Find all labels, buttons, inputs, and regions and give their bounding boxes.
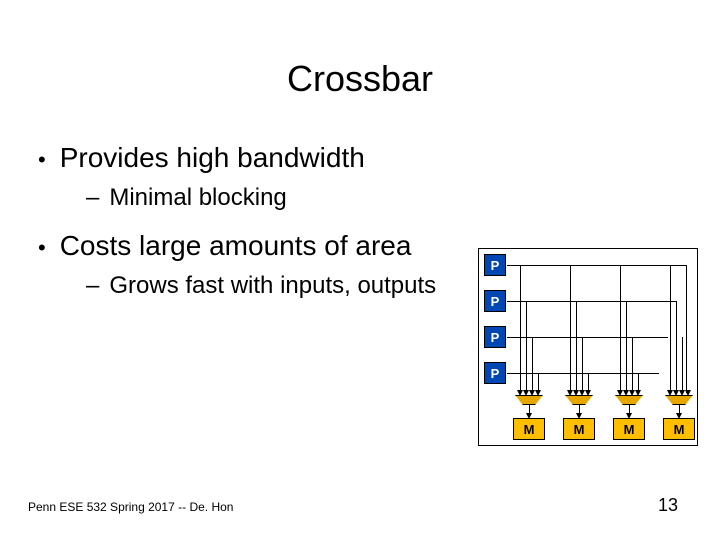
wire xyxy=(626,301,627,393)
memory-box: M xyxy=(563,418,595,440)
wire xyxy=(507,301,677,302)
memory-box: M xyxy=(613,418,645,440)
memory-box: M xyxy=(663,418,695,440)
diagram-frame xyxy=(478,248,698,446)
wire xyxy=(526,301,527,393)
memory-box: M xyxy=(513,418,545,440)
wire xyxy=(620,265,621,393)
bullet-marker: • xyxy=(38,235,46,261)
wire xyxy=(576,301,577,393)
bullet-item: • Provides high bandwidth xyxy=(30,142,720,174)
bullet-item: – Minimal blocking xyxy=(86,184,720,212)
crossbar-diagram: P P P P xyxy=(478,248,698,448)
bullet-text: Grows fast with inputs, outputs xyxy=(109,272,436,300)
wire xyxy=(507,265,686,266)
wire xyxy=(682,337,683,393)
wire xyxy=(676,301,677,393)
wire xyxy=(686,265,687,393)
bullet-text: Provides high bandwidth xyxy=(60,142,365,174)
bullet-marker: • xyxy=(38,147,46,173)
wire xyxy=(520,265,521,393)
wire xyxy=(670,265,671,393)
wire xyxy=(582,337,583,393)
bullet-marker: – xyxy=(86,184,99,212)
bullet-marker: – xyxy=(86,272,99,300)
wire xyxy=(507,373,659,374)
processor-box: P xyxy=(484,326,506,348)
footer-text: Penn ESE 532 Spring 2017 -- De. Hon xyxy=(28,500,233,514)
wire xyxy=(532,337,533,393)
wire xyxy=(632,337,633,393)
processor-box: P xyxy=(484,254,506,276)
slide-title: Crossbar xyxy=(0,0,720,100)
wire xyxy=(570,265,571,393)
page-number: 13 xyxy=(658,495,678,516)
processor-box: P xyxy=(484,362,506,384)
bullet-text: Minimal blocking xyxy=(109,184,286,212)
bullet-text: Costs large amounts of area xyxy=(60,230,412,262)
processor-box: P xyxy=(484,290,506,312)
